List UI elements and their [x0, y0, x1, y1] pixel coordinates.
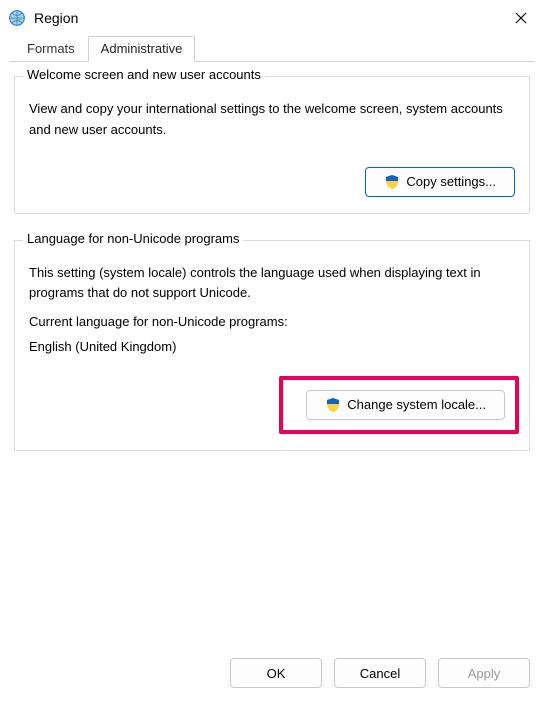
window-title: Region — [34, 10, 78, 26]
tab-administrative[interactable]: Administrative — [88, 36, 196, 62]
apply-button[interactable]: Apply — [438, 658, 530, 688]
dialog-button-row: OK Cancel Apply — [0, 646, 544, 702]
group-non-unicode-locale: Language for non-Unicode programs This s… — [14, 240, 530, 451]
globe-icon — [8, 9, 26, 27]
tab-formats[interactable]: Formats — [14, 36, 88, 61]
cancel-button[interactable]: Cancel — [334, 658, 426, 688]
uac-shield-icon — [325, 397, 341, 413]
close-button[interactable] — [498, 0, 544, 36]
change-system-locale-label: Change system locale... — [347, 397, 486, 412]
region-dialog: Region Formats Administrative Welcome sc… — [0, 0, 544, 702]
tab-strip: Formats Administrative — [0, 36, 544, 62]
tab-content-administrative: Welcome screen and new user accounts Vie… — [0, 62, 544, 646]
highlight-change-locale: Change system locale... — [29, 376, 515, 434]
uac-shield-icon — [384, 174, 400, 190]
copy-settings-label: Copy settings... — [406, 174, 496, 189]
locale-description: This setting (system locale) controls th… — [29, 263, 515, 305]
group-title-welcome: Welcome screen and new user accounts — [23, 67, 265, 82]
ok-button[interactable]: OK — [230, 658, 322, 688]
copy-settings-button[interactable]: Copy settings... — [365, 167, 515, 197]
group-welcome-screen: Welcome screen and new user accounts Vie… — [14, 76, 530, 214]
titlebar: Region — [0, 0, 544, 36]
change-system-locale-button[interactable]: Change system locale... — [306, 390, 505, 420]
current-locale-label: Current language for non-Unicode program… — [29, 312, 515, 333]
welcome-description: View and copy your international setting… — [29, 99, 515, 141]
current-locale-value: English (United Kingdom) — [29, 337, 515, 358]
group-title-locale: Language for non-Unicode programs — [23, 231, 243, 246]
